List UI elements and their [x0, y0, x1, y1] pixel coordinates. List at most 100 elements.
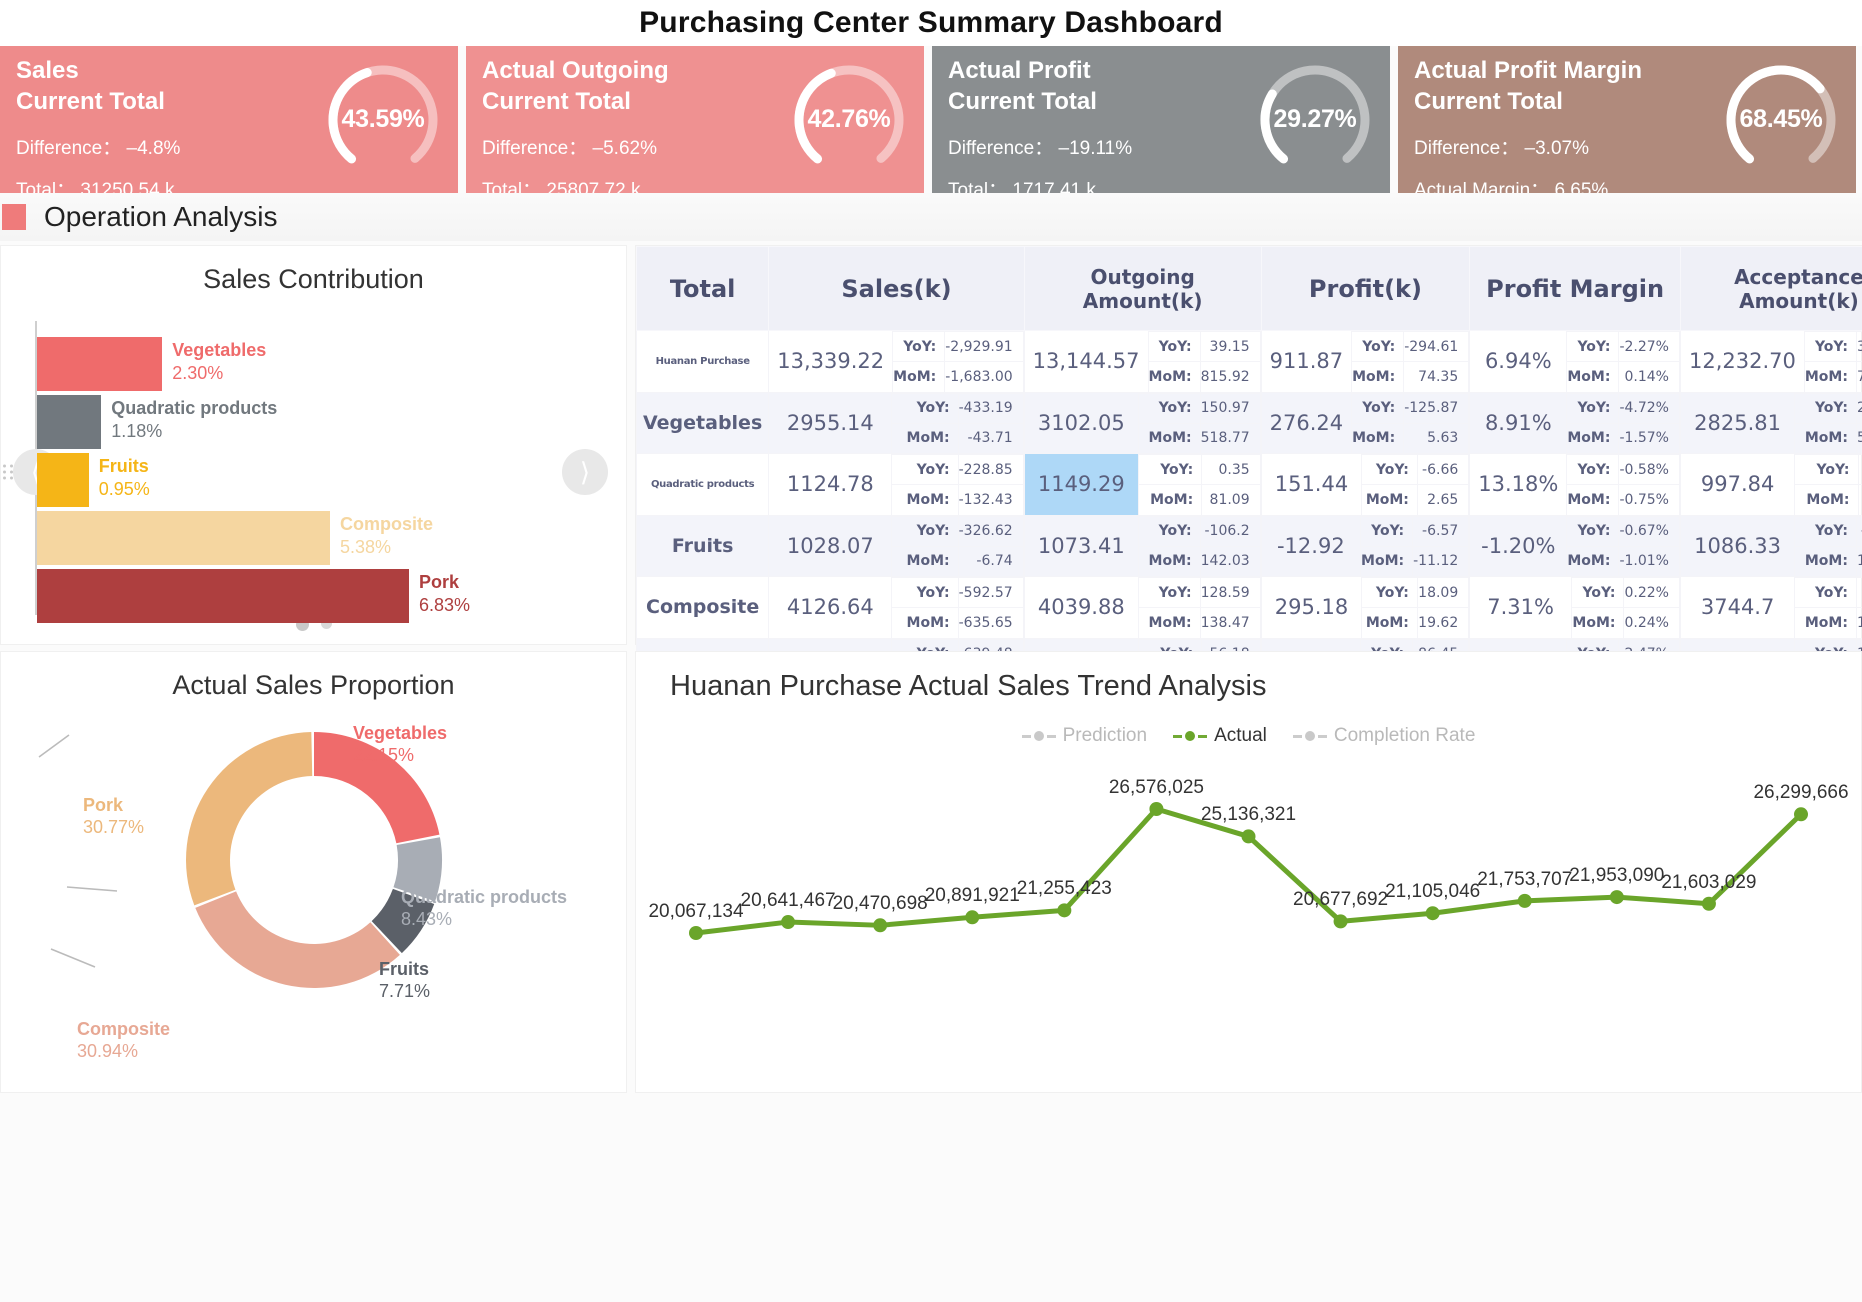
table-cell-metric: 1086.33 YoY: -99.63 MoM: 153.15	[1679, 514, 1862, 577]
legend-marker-icon	[1292, 731, 1327, 741]
table-cell-mom-value: 741.57	[1855, 361, 1862, 392]
bar-item[interactable]: Quadratic products 1.18%	[37, 395, 277, 449]
table-cell-yoy-value: -433.19	[957, 392, 1024, 424]
gauge-icon: 29.27%	[1256, 61, 1374, 179]
legend-item-actual[interactable]: Actual	[1173, 725, 1267, 747]
kpi-total: Total： 1717.41 k	[948, 180, 1096, 193]
table-cell-mom-value: 142.03	[1199, 545, 1261, 576]
bar-rect	[37, 337, 163, 391]
section-title: Operation Analysis	[44, 201, 278, 232]
table-cell-mom-value: 0.14%	[1618, 361, 1680, 392]
table-cell-mom-label: MoM:	[1794, 607, 1857, 638]
legend-item-prediction[interactable]: Prediction	[1021, 725, 1147, 747]
table-cell-mom-label: MoM:	[1351, 361, 1405, 392]
donut-label-category: Pork	[83, 795, 124, 815]
line-data-point	[1149, 802, 1164, 816]
table-cell-yoy-label: YoY:	[1794, 577, 1857, 608]
donut-slice[interactable]	[185, 732, 312, 906]
table-cell-yoy-label: YoY:	[1351, 331, 1405, 362]
table-column-header[interactable]: Sales(k)	[768, 246, 1025, 331]
bar-item[interactable]: Composite 5.38%	[37, 511, 433, 565]
bar-label-value: 6.83%	[419, 594, 471, 615]
kpi-card-actual-outgoing[interactable]: Actual Outgoing Current Total Difference：…	[466, 46, 924, 193]
line-data-point	[689, 926, 703, 940]
chevron-right-icon[interactable]: ⟩	[562, 449, 608, 495]
bar-label: Pork 6.83%	[419, 571, 470, 616]
table-cell-category: Composite	[635, 576, 770, 639]
table-cell-metric: 13,144.57 YoY: 39.15 MoM: 815.92	[1023, 330, 1262, 393]
table-cell-metric: 13,339.22 YoY: -2,929.91 MoM: -1,683.00	[768, 330, 1025, 393]
line-data-point	[1057, 903, 1072, 918]
table-cell-yoy-value: -2,929.91	[944, 331, 1024, 362]
table-cell-yoy-value: -592.57	[957, 577, 1024, 608]
bar-label: Composite 5.38%	[340, 513, 433, 558]
table-column-header[interactable]: Acceptance Amount(k)	[1679, 246, 1862, 331]
table-cell-mom-value: 138.47	[1199, 607, 1261, 638]
table-row[interactable]: Composite 4126.64 YoY: -592.57 MoM: -635…	[635, 576, 1862, 639]
table-cell-value: 276.24	[1261, 392, 1352, 453]
table-cell-yoy-label: YoY:	[891, 577, 959, 608]
table-cell-value: 13,144.57	[1032, 349, 1140, 374]
table-cell-mom-value: 118.85	[1855, 607, 1862, 638]
bar-item[interactable]: Vegetables 2.30%	[37, 337, 266, 391]
table-cell-mom-label: MoM:	[1566, 422, 1620, 453]
table-cell-yoy-value: -4.72%	[1618, 392, 1680, 424]
table-cell-yoy-value: -125.87	[1403, 392, 1470, 424]
table-column-header[interactable]: Profit Margin	[1469, 246, 1681, 331]
section-color-swatch	[2, 204, 26, 230]
table-cell-value: -1.20%	[1470, 515, 1567, 576]
table-header-row: Total Sales(k) Outgoing Amount(k) Profit(k)…	[635, 246, 1862, 331]
gauge-icon: 68.45%	[1722, 61, 1840, 179]
table-cell-mom-value: -635.65	[957, 607, 1024, 638]
table-cell-mom-value: -43.71	[957, 422, 1024, 453]
bar-rect	[37, 453, 89, 507]
table-cell-value: 295.18	[1274, 595, 1349, 620]
table-cell-yoy-label: YoY:	[1361, 577, 1418, 608]
donut-label: Pork 30.77%	[83, 795, 144, 839]
table-row[interactable]: Quadratic products 1124.78 YoY: -228.85 …	[635, 453, 1862, 516]
table-cell-mom-label: MoM:	[1803, 361, 1857, 392]
table-cell-mom-value: -1.01%	[1618, 545, 1680, 576]
table-row[interactable]: Fruits 1028.07 YoY: -326.62 MoM: -6.74 1…	[635, 514, 1862, 577]
table-cell-value: 1124.78	[786, 472, 874, 497]
sales-contribution-title: Sales Contribution	[203, 264, 424, 294]
bar-label-category: Quadratic products	[111, 398, 278, 418]
line-data-label: 20,470,698	[832, 893, 928, 915]
kpi-card-sales[interactable]: Sales Current Total Difference： –4.8% Tot…	[0, 46, 458, 193]
table-cell-metric: -12.92 YoY: -6.57 MoM: -11.12	[1260, 514, 1471, 577]
table-cell-mom-value: 2.65	[1416, 484, 1470, 515]
table-cell-metric: 13.18% YoY: -0.58% MoM: -0.75%	[1469, 453, 1681, 516]
kpi-card-actual-profit-margin[interactable]: Actual Profit Margin Current Total Differ…	[1398, 46, 1856, 193]
table-cell-mom-label: MoM:	[1137, 545, 1201, 576]
bar-item[interactable]: Pork 6.83%	[37, 569, 470, 623]
table-cell-yoy-label: YoY:	[1351, 392, 1405, 424]
bar-item[interactable]: Fruits 0.95%	[37, 453, 150, 507]
table-column-header[interactable]: Total	[635, 246, 770, 331]
donut-label-value: 30.94%	[77, 1040, 139, 1061]
table-cell-metric: 911.87 YoY: -294.61 MoM: 74.35	[1260, 330, 1471, 393]
table-cell-yoy-label: YoY:	[1566, 454, 1620, 485]
bar-label-value: 2.30%	[172, 362, 224, 383]
legend-item-completion-rate[interactable]: Completion Rate	[1292, 725, 1475, 747]
table-cell-yoy-value: -326.62	[957, 515, 1024, 547]
table-cell-mom-label: MoM:	[1360, 545, 1414, 576]
table-cell-metric: 2825.81 YoY: 276.84 MoM: 513.14	[1679, 391, 1862, 454]
donut-label: Quadratic products 8.43%	[401, 887, 567, 931]
table-cell-mom-value: 19.62	[1416, 607, 1470, 638]
table-cell-yoy-value: -99.63	[1855, 515, 1862, 547]
kpi-card-row: Sales Current Total Difference： –4.8% Tot…	[0, 46, 1862, 193]
table-cell-mom-value: 78.44	[1857, 484, 1862, 515]
table-row[interactable]: Vegetables 2955.14 YoY: -433.19 MoM: -43…	[635, 391, 1862, 454]
table-cell-mom-label: MoM:	[1566, 545, 1620, 576]
table-cell-mom-value: -11.12	[1412, 545, 1470, 576]
kpi-card-actual-profit[interactable]: Actual Profit Current Total Difference： –…	[932, 46, 1390, 193]
table-row[interactable]: Huanan Purchase 13,339.22 YoY: -2,929.91…	[635, 330, 1862, 393]
table-cell-value: 6.94%	[1484, 349, 1552, 374]
table-cell-metric: 151.44 YoY: -6.66 MoM: 2.65	[1260, 453, 1471, 516]
table-column-header[interactable]: Profit(k)	[1260, 246, 1471, 331]
bar-label-value: 0.95%	[98, 478, 150, 499]
donut-slice[interactable]	[194, 891, 400, 988]
table-cell-value: 1028.07	[769, 515, 892, 576]
table-column-header[interactable]: Outgoing Amount(k)	[1023, 246, 1262, 331]
table-cell-value: 4039.88	[1037, 595, 1125, 620]
